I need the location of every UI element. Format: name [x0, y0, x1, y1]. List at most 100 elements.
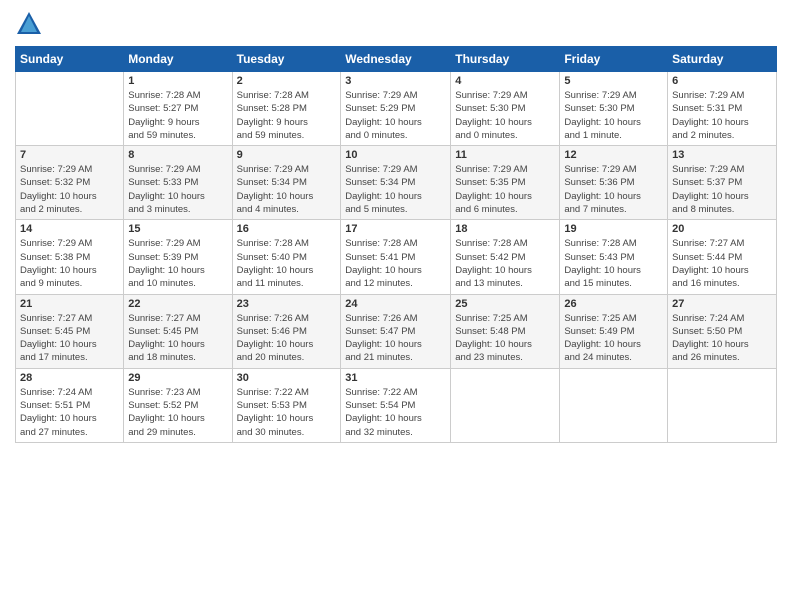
day-number: 13 [672, 149, 772, 161]
day-info: Sunrise: 7:25 AM Sunset: 5:49 PM Dayligh… [564, 312, 663, 365]
day-number: 3 [345, 75, 446, 87]
day-of-week-header: Wednesday [341, 47, 451, 72]
day-info: Sunrise: 7:22 AM Sunset: 5:54 PM Dayligh… [345, 386, 446, 439]
calendar-day-cell [451, 368, 560, 442]
calendar-day-cell: 27 Sunrise: 7:24 AM Sunset: 5:50 PM Dayli… [668, 294, 777, 368]
calendar-day-cell: 4Sunrise: 7:29 AM Sunset: 5:30 PM Daylig… [451, 72, 560, 146]
day-number: 12 [564, 149, 663, 161]
day-info: Sunrise: 7:24 AM Sunset: 5:50 PM Dayligh… [672, 312, 772, 365]
day-number: 25 [455, 298, 555, 310]
page-header [15, 10, 777, 38]
day-number: 26 [564, 298, 663, 310]
calendar-day-cell: 25 Sunrise: 7:25 AM Sunset: 5:48 PM Dayli… [451, 294, 560, 368]
day-number: 20 [672, 223, 772, 235]
page-container: SundayMondayTuesdayWednesdayThursdayFrid… [0, 0, 792, 453]
day-info: Sunrise: 7:29 AM Sunset: 5:29 PM Dayligh… [345, 89, 446, 142]
day-number: 14 [20, 223, 119, 235]
day-info: Sunrise: 7:29 AM Sunset: 5:38 PM Dayligh… [20, 237, 119, 290]
day-number: 18 [455, 223, 555, 235]
day-info: Sunrise: 7:29 AM Sunset: 5:34 PM Dayligh… [237, 163, 337, 216]
calendar-day-cell [560, 368, 668, 442]
day-number: 30 [237, 372, 337, 384]
calendar-day-cell: 10 Sunrise: 7:29 AM Sunset: 5:34 PM Dayli… [341, 146, 451, 220]
day-info: Sunrise: 7:23 AM Sunset: 5:52 PM Dayligh… [128, 386, 227, 439]
calendar-day-cell: 8Sunrise: 7:29 AM Sunset: 5:33 PM Daylig… [124, 146, 232, 220]
day-number: 4 [455, 75, 555, 87]
calendar-day-cell: 16Sunrise: 7:28 AM Sunset: 5:40 PM Dayli… [232, 220, 341, 294]
day-info: Sunrise: 7:22 AM Sunset: 5:53 PM Dayligh… [237, 386, 337, 439]
day-info: Sunrise: 7:29 AM Sunset: 5:33 PM Dayligh… [128, 163, 227, 216]
calendar-day-cell: 14 Sunrise: 7:29 AM Sunset: 5:38 PM Dayli… [16, 220, 124, 294]
calendar-day-cell: 13 Sunrise: 7:29 AM Sunset: 5:37 PM Dayli… [668, 146, 777, 220]
day-number: 27 [672, 298, 772, 310]
day-number: 15 [128, 223, 227, 235]
day-of-week-header: Friday [560, 47, 668, 72]
calendar-day-cell [668, 368, 777, 442]
logo [15, 10, 45, 38]
calendar-day-cell: 20 Sunrise: 7:27 AM Sunset: 5:44 PM Dayli… [668, 220, 777, 294]
calendar-day-cell: 22 Sunrise: 7:27 AM Sunset: 5:45 PM Dayli… [124, 294, 232, 368]
calendar-day-cell: 19 Sunrise: 7:28 AM Sunset: 5:43 PM Dayli… [560, 220, 668, 294]
logo-icon [15, 10, 43, 38]
calendar-day-cell: 28 Sunrise: 7:24 AM Sunset: 5:51 PM Dayli… [16, 368, 124, 442]
day-info: Sunrise: 7:28 AM Sunset: 5:28 PM Dayligh… [237, 89, 337, 142]
day-info: Sunrise: 7:25 AM Sunset: 5:48 PM Dayligh… [455, 312, 555, 365]
day-info: Sunrise: 7:27 AM Sunset: 5:45 PM Dayligh… [128, 312, 227, 365]
day-number: 2 [237, 75, 337, 87]
calendar-day-cell: 17 Sunrise: 7:28 AM Sunset: 5:41 PM Dayli… [341, 220, 451, 294]
calendar-day-cell: 21Sunrise: 7:27 AM Sunset: 5:45 PM Dayli… [16, 294, 124, 368]
calendar-day-cell: 6Sunrise: 7:29 AM Sunset: 5:31 PM Daylig… [668, 72, 777, 146]
day-number: 19 [564, 223, 663, 235]
day-number: 10 [345, 149, 446, 161]
calendar-week-row: 7 Sunrise: 7:29 AM Sunset: 5:32 PM Daylig… [16, 146, 777, 220]
calendar-day-cell: 9 Sunrise: 7:29 AM Sunset: 5:34 PM Daylig… [232, 146, 341, 220]
day-info: Sunrise: 7:29 AM Sunset: 5:37 PM Dayligh… [672, 163, 772, 216]
calendar-week-row: 28 Sunrise: 7:24 AM Sunset: 5:51 PM Dayli… [16, 368, 777, 442]
calendar-week-row: 21Sunrise: 7:27 AM Sunset: 5:45 PM Dayli… [16, 294, 777, 368]
calendar-day-cell: 23 Sunrise: 7:26 AM Sunset: 5:46 PM Dayli… [232, 294, 341, 368]
day-info: Sunrise: 7:29 AM Sunset: 5:35 PM Dayligh… [455, 163, 555, 216]
day-info: Sunrise: 7:26 AM Sunset: 5:47 PM Dayligh… [345, 312, 446, 365]
calendar-day-cell: 31 Sunrise: 7:22 AM Sunset: 5:54 PM Dayli… [341, 368, 451, 442]
day-number: 16 [237, 223, 337, 235]
day-info: Sunrise: 7:24 AM Sunset: 5:51 PM Dayligh… [20, 386, 119, 439]
day-number: 31 [345, 372, 446, 384]
day-info: Sunrise: 7:29 AM Sunset: 5:39 PM Dayligh… [128, 237, 227, 290]
calendar-day-cell: 12 Sunrise: 7:29 AM Sunset: 5:36 PM Dayli… [560, 146, 668, 220]
day-info: Sunrise: 7:27 AM Sunset: 5:44 PM Dayligh… [672, 237, 772, 290]
day-of-week-header: Monday [124, 47, 232, 72]
day-info: Sunrise: 7:28 AM Sunset: 5:43 PM Dayligh… [564, 237, 663, 290]
day-number: 9 [237, 149, 337, 161]
calendar-day-cell: 29 Sunrise: 7:23 AM Sunset: 5:52 PM Dayli… [124, 368, 232, 442]
calendar-day-cell: 26 Sunrise: 7:25 AM Sunset: 5:49 PM Dayli… [560, 294, 668, 368]
day-number: 17 [345, 223, 446, 235]
calendar-day-cell: 5Sunrise: 7:29 AM Sunset: 5:30 PM Daylig… [560, 72, 668, 146]
day-number: 24 [345, 298, 446, 310]
calendar-header-row: SundayMondayTuesdayWednesdayThursdayFrid… [16, 47, 777, 72]
day-number: 6 [672, 75, 772, 87]
day-info: Sunrise: 7:26 AM Sunset: 5:46 PM Dayligh… [237, 312, 337, 365]
day-number: 29 [128, 372, 227, 384]
day-info: Sunrise: 7:29 AM Sunset: 5:32 PM Dayligh… [20, 163, 119, 216]
calendar-day-cell: 7 Sunrise: 7:29 AM Sunset: 5:32 PM Daylig… [16, 146, 124, 220]
day-info: Sunrise: 7:28 AM Sunset: 5:41 PM Dayligh… [345, 237, 446, 290]
day-number: 1 [128, 75, 227, 87]
day-info: Sunrise: 7:29 AM Sunset: 5:34 PM Dayligh… [345, 163, 446, 216]
day-number: 23 [237, 298, 337, 310]
day-number: 5 [564, 75, 663, 87]
day-number: 7 [20, 149, 119, 161]
day-info: Sunrise: 7:29 AM Sunset: 5:36 PM Dayligh… [564, 163, 663, 216]
day-of-week-header: Thursday [451, 47, 560, 72]
calendar-day-cell: 24 Sunrise: 7:26 AM Sunset: 5:47 PM Dayli… [341, 294, 451, 368]
calendar-day-cell: 1 Sunrise: 7:28 AM Sunset: 5:27 PM Daylig… [124, 72, 232, 146]
calendar-week-row: 14 Sunrise: 7:29 AM Sunset: 5:38 PM Dayli… [16, 220, 777, 294]
day-of-week-header: Tuesday [232, 47, 341, 72]
day-number: 22 [128, 298, 227, 310]
day-info: Sunrise: 7:27 AM Sunset: 5:45 PM Dayligh… [20, 312, 119, 365]
day-number: 28 [20, 372, 119, 384]
calendar-week-row: 1 Sunrise: 7:28 AM Sunset: 5:27 PM Daylig… [16, 72, 777, 146]
calendar-day-cell: 30 Sunrise: 7:22 AM Sunset: 5:53 PM Dayli… [232, 368, 341, 442]
day-info: Sunrise: 7:28 AM Sunset: 5:27 PM Dayligh… [128, 89, 227, 142]
calendar-day-cell: 3 Sunrise: 7:29 AM Sunset: 5:29 PM Daylig… [341, 72, 451, 146]
calendar-day-cell: 18Sunrise: 7:28 AM Sunset: 5:42 PM Dayli… [451, 220, 560, 294]
